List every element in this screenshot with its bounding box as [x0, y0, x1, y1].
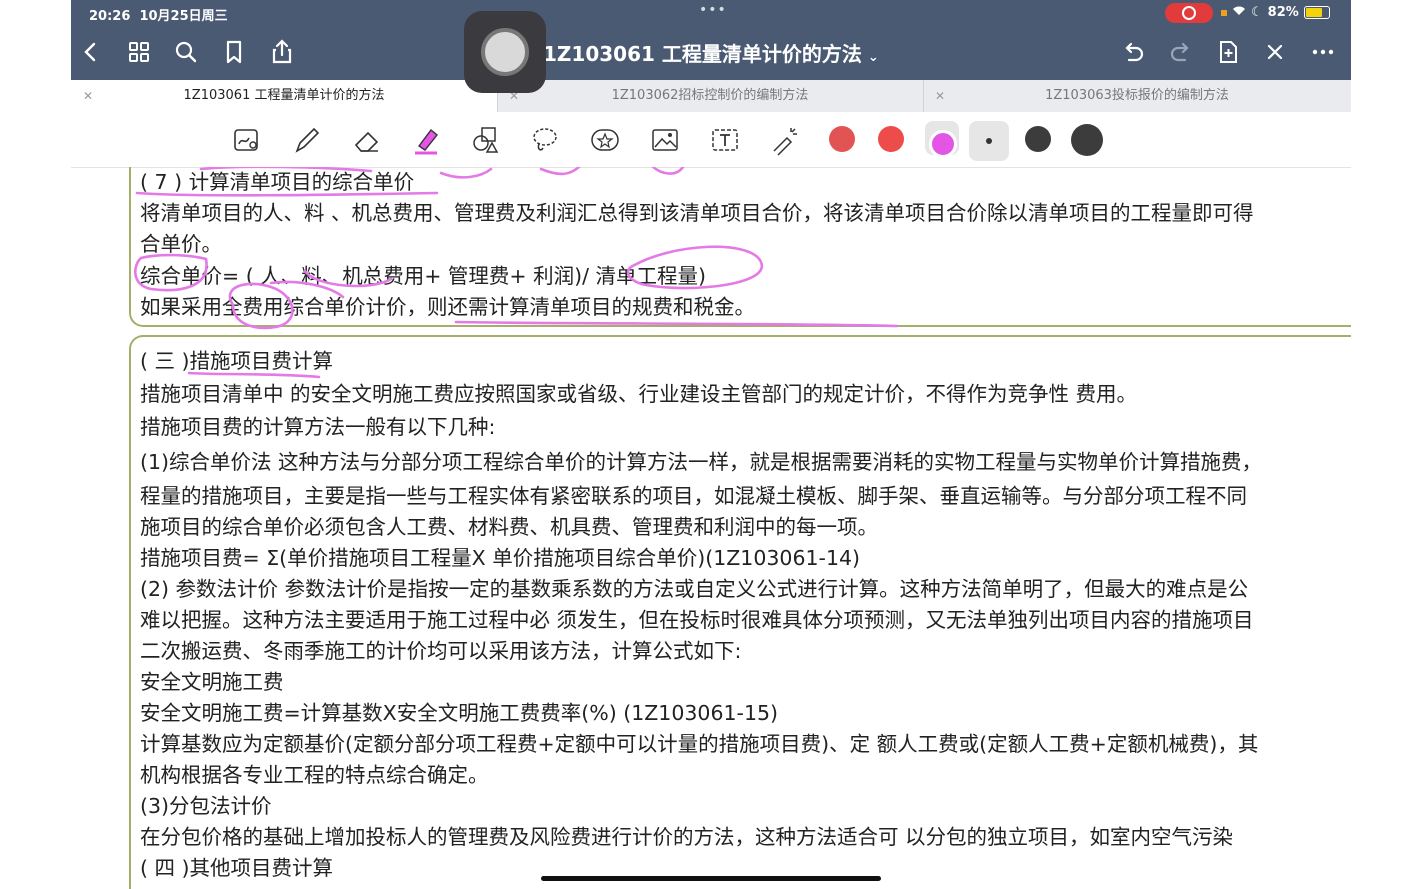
text-line: 二次搬运费、冬雨季施工的计价均可以采用该方法，计算公式如下: — [140, 639, 742, 663]
assistive-touch-button[interactable] — [464, 11, 546, 93]
laser-pointer-icon[interactable] — [769, 124, 801, 156]
screen-record-icon[interactable] — [1165, 3, 1213, 23]
zoom-pen-icon[interactable] — [231, 124, 263, 156]
color-swatch-coral[interactable] — [878, 126, 904, 152]
more-icon[interactable] — [1309, 38, 1337, 66]
eraser-icon[interactable] — [351, 124, 383, 156]
text-line: 将清单项目的人、料 、机总费用、管理费及利润汇总得到该清单项目合价，将该清单项目… — [140, 201, 1254, 225]
chevron-down-icon: ⌄ — [867, 50, 879, 65]
text-line: 措施项目费的计算方法一般有以下几种: — [140, 415, 496, 439]
color-swatch-magenta[interactable] — [929, 130, 957, 158]
bookmark-icon[interactable] — [220, 38, 248, 66]
text-line: (2) 参数法计价 参数法计价是指按一定的基数乘系数的方法或自定义公式进行计算。… — [140, 577, 1249, 601]
add-page-icon[interactable] — [1214, 38, 1242, 66]
multitask-dots-icon[interactable]: ••• — [699, 2, 727, 18]
stroke-size-small[interactable] — [969, 121, 1009, 161]
text-line: 计算基数应为定额基价(定额分部分项工程费+定额中可以计量的措施项目费)、定 额人… — [140, 732, 1259, 756]
battery-icon — [1303, 6, 1330, 19]
battery-percent: 82% — [1267, 5, 1299, 20]
tab-label: 1Z103062招标控制价的编制方法 — [611, 88, 809, 103]
moon-icon: ☾ — [1251, 5, 1263, 20]
color-swatch-red[interactable] — [829, 126, 855, 152]
text-line: (1)综合单价法 这种方法与分部分项工程综合单价的计算方法一样，就是根据需要消耗… — [140, 450, 1263, 474]
text-icon[interactable] — [709, 124, 741, 156]
document-title[interactable]: 1Z103061 工程量清单计价的方法 ⌄ — [543, 38, 879, 67]
text-line: 安全文明施工费 — [140, 670, 284, 694]
formula-line: 综合单价= ( 人、料、机总费用+ 管理费+ 利润)/ 清单工程量) — [140, 264, 707, 288]
tab-1z103063[interactable]: ✕ 1Z103063投标报价的编制方法 — [923, 80, 1351, 112]
image-icon[interactable] — [649, 124, 681, 156]
sticker-icon[interactable] — [589, 124, 621, 156]
search-icon[interactable] — [172, 38, 200, 66]
undo-icon[interactable] — [1119, 38, 1147, 66]
highlighter-icon[interactable] — [411, 124, 443, 156]
drawing-toolbar — [71, 112, 1351, 168]
tab-bar: ✕ 1Z103061 工程量清单计价的方法 ✕ 1Z103062招标控制价的编制… — [71, 80, 1351, 112]
text-line: ( 四 )其他项目费计算 — [140, 856, 334, 880]
tab-label: 1Z103061 工程量清单计价的方法 — [183, 88, 385, 103]
section1-heading: ( 7 ) 计算清单项目的综合单价 — [140, 170, 415, 194]
text-line: (3)分包法计价 — [140, 794, 272, 818]
status-indicators: ☾ 82% — [1221, 5, 1330, 20]
tab-1z103062[interactable]: ✕ 1Z103062招标控制价的编制方法 — [497, 80, 924, 112]
close-icon[interactable] — [1261, 38, 1289, 66]
shapes-icon[interactable] — [469, 124, 501, 156]
mic-indicator-icon — [1221, 9, 1227, 16]
text-line: 如果采用全费用综合单价计价，则还需计算清单项目的规费和税金。 — [140, 295, 755, 319]
formula-line: 措施项目费= Σ(单价措施项目工程量X 单价措施项目综合单价)(1Z103061… — [140, 546, 861, 570]
text-line: 在分包价格的基础上增加投标人的管理费及风险费进行计价的方法，这种方法适合可 以分… — [140, 825, 1234, 849]
text-line: 难以把握。这种方法主要适用于施工过程中必 须发生，但在投标时很难具体分项预测，又… — [140, 608, 1254, 632]
tab-label: 1Z103063投标报价的编制方法 — [1045, 88, 1229, 103]
redo-icon[interactable] — [1167, 38, 1195, 66]
wifi-icon — [1232, 5, 1246, 20]
status-time: 20:26 10月25日周三 — [89, 9, 228, 24]
document-page[interactable]: ( 7 ) 计算清单项目的综合单价 将清单项目的人、料 、机总费用、管理费及利润… — [71, 167, 1351, 889]
text-line: 程量的措施项目，主要是指一些与工程实体有紧密联系的项目，如混凝土模板、脚手架、垂… — [140, 484, 1247, 508]
text-line: 措施项目清单中 的安全文明施工费应按照国家或省级、行业建设主管部门的规定计价，不… — [140, 382, 1138, 406]
formula-line: 安全文明施工费=计算基数X安全文明施工费费率(%) (1Z103061-15) — [140, 701, 779, 725]
tab-1z103061[interactable]: ✕ 1Z103061 工程量清单计价的方法 — [71, 80, 498, 112]
pen-icon[interactable] — [291, 124, 323, 156]
tab-close-icon[interactable]: ✕ — [83, 80, 93, 112]
chevron-left-icon[interactable] — [77, 38, 105, 66]
text-line: 机构根据各专业工程的特点综合确定。 — [140, 763, 489, 787]
app-window: 20:26 10月25日周三 ••• ☾ 82% 1Z103061 工程量清单计 — [71, 0, 1351, 889]
stroke-size-large[interactable] — [1071, 124, 1103, 156]
lasso-icon[interactable] — [529, 124, 561, 156]
stroke-size-medium[interactable] — [1025, 126, 1051, 152]
top-bar: 20:26 10月25日周三 ••• ☾ 82% 1Z103061 工程量清单计 — [71, 0, 1351, 80]
home-indicator[interactable] — [541, 876, 881, 881]
share-icon[interactable] — [268, 38, 296, 66]
tab-close-icon[interactable]: ✕ — [935, 80, 945, 112]
section2-heading: ( 三 )措施项目费计算 — [140, 349, 334, 373]
text-line: 施项目的综合单价必须包含人工费、材料费、机具费、管理费和利润中的每一项。 — [140, 515, 878, 539]
grid-icon[interactable] — [125, 38, 153, 66]
text-line: 合单价。 — [140, 232, 222, 256]
